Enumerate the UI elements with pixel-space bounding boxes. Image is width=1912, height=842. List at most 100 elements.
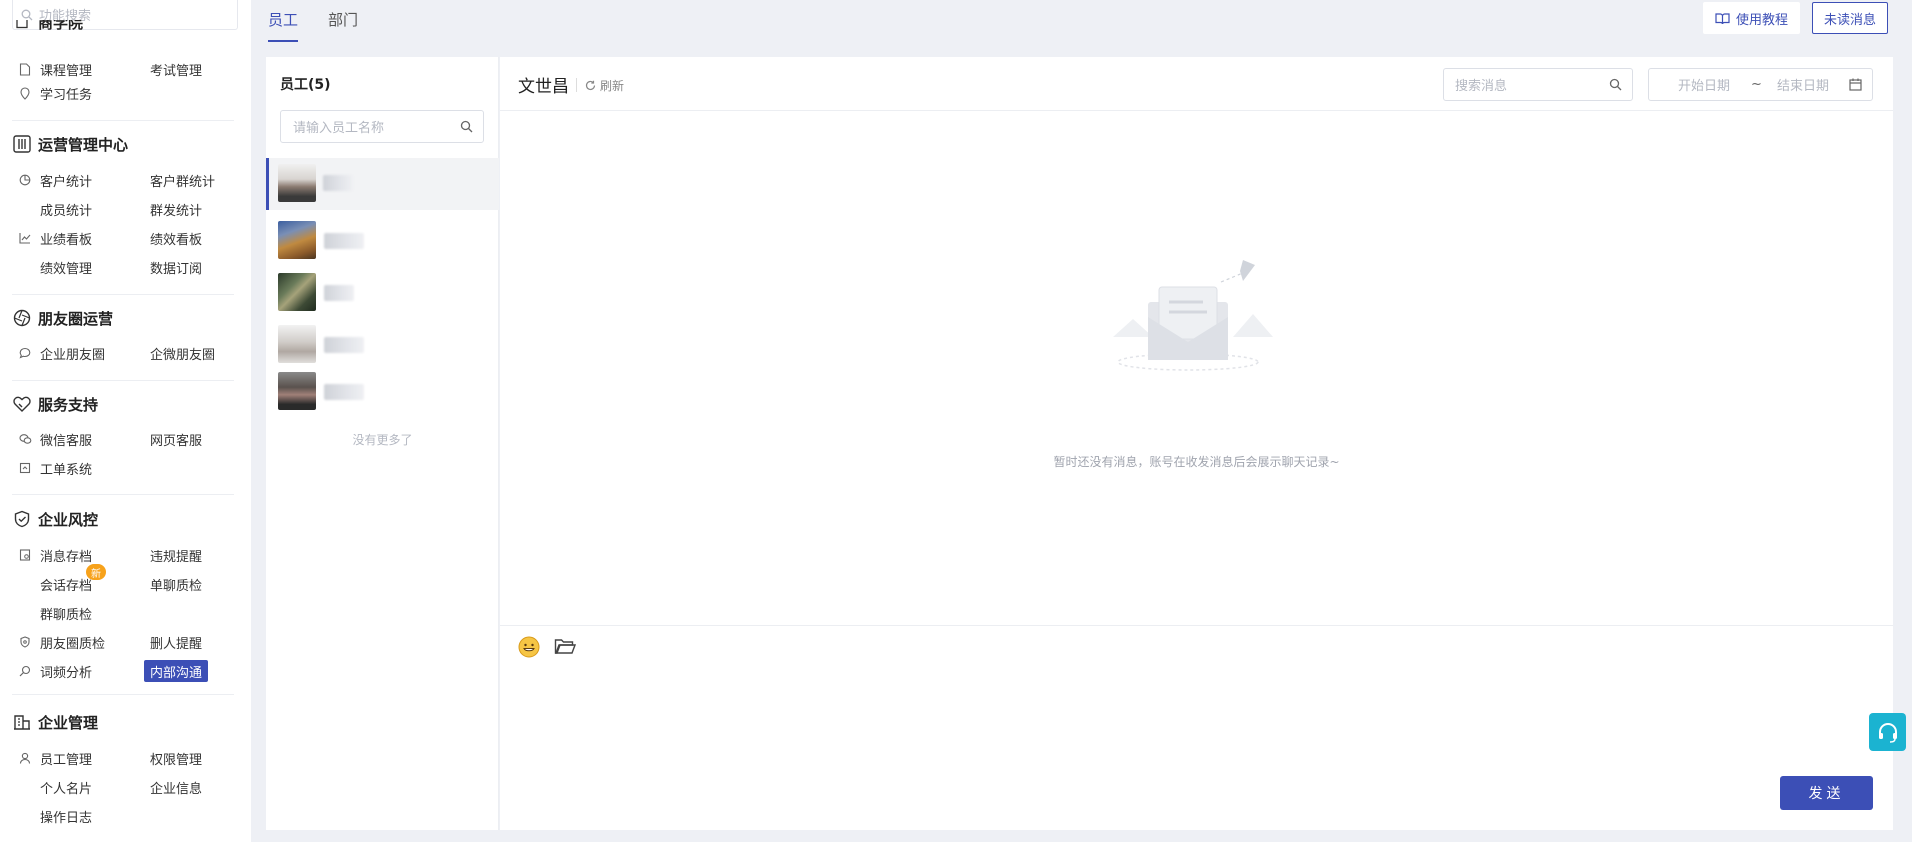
message-search-placeholder: 搜索消息 [1455, 79, 1508, 94]
message-composer[interactable]: 发送 [500, 625, 1893, 830]
menu-member-stats[interactable]: 成员统计 [18, 198, 92, 220]
customer-support-button[interactable] [1869, 713, 1906, 751]
employee-avatar [278, 372, 316, 410]
menu-business-card[interactable]: 个人名片 [18, 776, 92, 798]
folder-icon [554, 639, 577, 654]
employee-avatar [278, 325, 316, 363]
shield-icon [18, 635, 32, 649]
enterprise-title: 企业管理 [12, 711, 234, 733]
menu-enterprise-info[interactable]: 企业信息 [150, 776, 202, 798]
new-badge: 新 [86, 564, 106, 580]
tutorial-button[interactable]: 使用教程 [1702, 2, 1800, 34]
menu-performance-board[interactable]: 业绩看板 [18, 227, 92, 249]
moments-title: 朋友圈运营 [12, 307, 234, 329]
menu-group-chat-qc[interactable]: 群聊质检 [18, 602, 92, 624]
pie-chart-icon [18, 173, 32, 187]
magnifier-icon [18, 664, 32, 678]
menu-exam-management[interactable]: 考试管理 [150, 58, 202, 80]
employee-name-blurred [324, 337, 364, 353]
menu-wecom-moments[interactable]: 企微朋友圈 [150, 342, 215, 364]
aperture-icon [12, 308, 32, 328]
view-tabs: 员工 部门 [268, 0, 388, 42]
risk-title: 企业风控 [12, 508, 234, 530]
risk-section: 企业风控 [12, 508, 234, 530]
send-button[interactable]: 发送 [1780, 776, 1873, 810]
menu-web-service[interactable]: 网页客服 [150, 428, 202, 450]
book-icon [12, 20, 32, 32]
menu-course-management[interactable]: 课程管理 [18, 58, 92, 80]
headset-icon [1878, 723, 1897, 743]
menu-session-archive[interactable]: 会话存档 [18, 573, 92, 595]
divider [12, 120, 234, 121]
emoji-button[interactable] [518, 636, 540, 662]
empty-mailbox-illustration [1113, 260, 1273, 371]
document-icon [18, 62, 32, 76]
menu-wechat-service[interactable]: 微信客服 [18, 428, 92, 450]
date-separator: ~ [1751, 77, 1762, 92]
refresh-button[interactable]: 刷新 [576, 78, 624, 93]
tab-departments[interactable]: 部门 [328, 0, 358, 42]
employee-search-input[interactable]: 请输入员工名称 [280, 110, 484, 143]
service-section: 服务支持 [12, 393, 234, 415]
calendar-icon [1849, 78, 1862, 91]
file-button[interactable] [554, 636, 577, 660]
menu-broadcast-stats[interactable]: 群发统计 [150, 198, 202, 220]
menu-group-stats[interactable]: 客户群统计 [150, 169, 215, 191]
menu-employee-management[interactable]: 员工管理 [18, 747, 92, 769]
location-pin-icon [18, 86, 32, 100]
divider [12, 494, 234, 495]
ticket-icon [18, 461, 32, 475]
archive-icon [18, 548, 32, 562]
academy-section: 商学院 [12, 20, 234, 32]
employee-panel: 员工(5) 请输入员工名称 没有更多了 [266, 57, 499, 830]
divider [12, 694, 234, 695]
menu-internal-communication[interactable]: 内部沟通 [144, 660, 209, 682]
chat-bubble-icon [18, 346, 32, 360]
heart-handshake-icon [12, 394, 32, 414]
chat-contact-name: 文世昌 [518, 77, 569, 97]
date-range-picker[interactable]: 开始日期 ~ 结束日期 [1648, 68, 1873, 101]
shield-check-icon [12, 509, 32, 529]
academy-title: 商学院 [12, 20, 83, 32]
menu-moments-qc[interactable]: 朋友圈质检 [18, 631, 105, 653]
end-date-placeholder: 结束日期 [1777, 79, 1830, 94]
menu-word-frequency[interactable]: 词频分析 [18, 660, 92, 682]
menu-operation-log[interactable]: 操作日志 [18, 805, 92, 827]
employee-row[interactable] [266, 267, 499, 319]
service-title: 服务支持 [12, 393, 234, 415]
employee-avatar [278, 164, 316, 202]
menu-kpi-management[interactable]: 绩效管理 [18, 256, 92, 278]
employee-row[interactable] [266, 158, 499, 210]
unread-messages-button[interactable]: 未读消息 [1811, 2, 1888, 34]
menu-enterprise-moments[interactable]: 企业朋友圈 [18, 342, 105, 364]
sliders-icon [12, 134, 32, 154]
employee-row[interactable] [266, 366, 499, 418]
menu-learning-tasks[interactable]: 学习任务 [18, 82, 92, 104]
start-date-placeholder: 开始日期 [1678, 79, 1731, 94]
employee-search-placeholder: 请输入员工名称 [293, 121, 385, 136]
menu-violation-alert[interactable]: 违规提醒 [150, 544, 202, 566]
empty-state-text: 暂时还没有消息，账号在收发消息后会展示聊天记录~ [1053, 455, 1340, 469]
search-icon [1609, 78, 1622, 91]
menu-permission-management[interactable]: 权限管理 [150, 747, 202, 769]
menu-kpi-board[interactable]: 绩效看板 [150, 227, 202, 249]
menu-data-subscription[interactable]: 数据订阅 [150, 256, 202, 278]
operations-title: 运营管理中心 [12, 133, 234, 155]
open-book-icon [1715, 12, 1730, 24]
employee-name-blurred [324, 285, 354, 301]
menu-message-archive[interactable]: 消息存档 [18, 544, 92, 566]
menu-delete-friend-alert[interactable]: 删人提醒 [150, 631, 202, 653]
employee-row[interactable] [266, 319, 499, 371]
moments-section: 朋友圈运营 [12, 307, 234, 329]
menu-single-chat-qc[interactable]: 单聊质检 [150, 573, 202, 595]
search-icon [460, 120, 473, 133]
tab-employees[interactable]: 员工 [268, 0, 299, 42]
sidebar: 功能搜索 商学院 课程管理 考试管理 学习任务 运营管理中心 客户统计 客户群统… [0, 0, 251, 842]
chat-panel: 文世昌 刷新 搜索消息 开始日期 ~ 结束日期 暂时还没有消息，账号在收发消息后… [500, 57, 1893, 830]
no-more-text: 没有更多了 [352, 433, 413, 447]
menu-customer-stats[interactable]: 客户统计 [18, 169, 92, 191]
message-search-input[interactable]: 搜索消息 [1443, 68, 1633, 101]
menu-ticket-system[interactable]: 工单系统 [18, 457, 92, 479]
employee-row[interactable] [266, 215, 499, 267]
employee-name-blurred [323, 175, 353, 191]
